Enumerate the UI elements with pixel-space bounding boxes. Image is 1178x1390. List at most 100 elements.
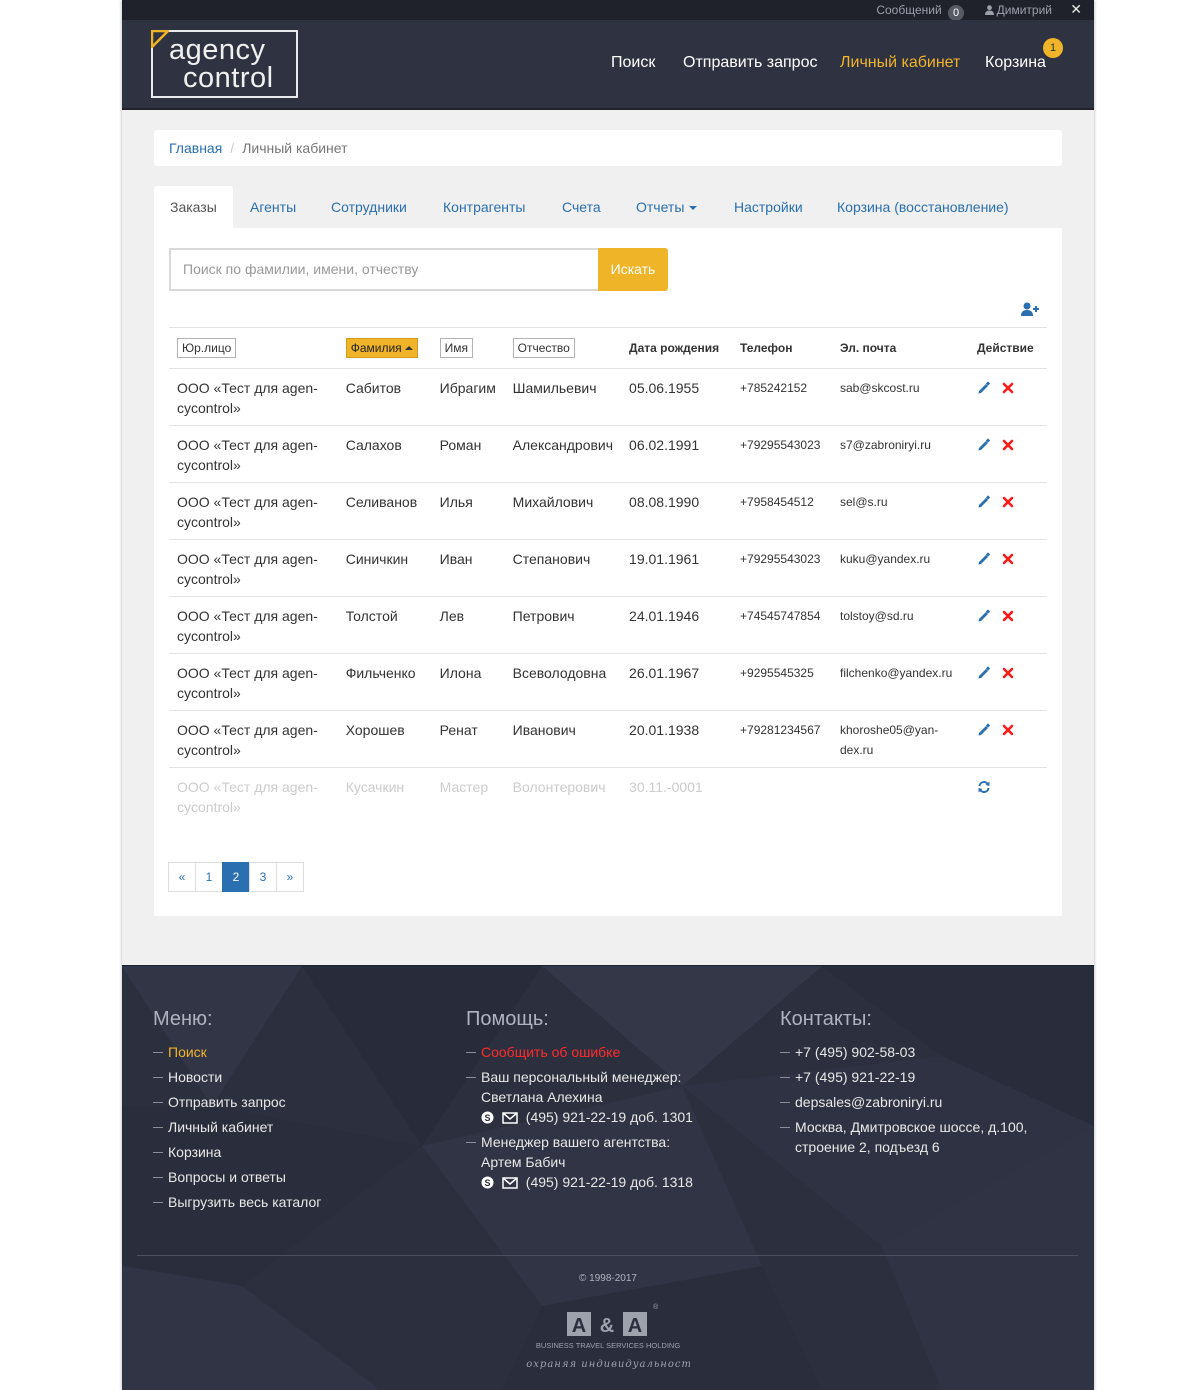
envelope-icon[interactable] <box>502 1177 518 1189</box>
agency-manager-contact: S (495) 921-22-19 доб. 1318 <box>481 1172 756 1192</box>
cell-company: ООО «Тест для agen-cycontrol» <box>169 710 338 768</box>
cell-dob: 05.06.1955 <box>621 368 733 426</box>
header-action: Действие <box>968 327 1047 369</box>
page-frame: Сообщений 0 Димитрий ✕ agency control По… <box>122 0 1094 1390</box>
cell-last-name: Фильченко <box>337 653 432 711</box>
delete-icon[interactable] <box>1001 722 1015 736</box>
agency-control-logo[interactable]: agency control <box>151 30 298 98</box>
cell-first-name: Ренат <box>431 710 505 768</box>
nav-cabinet[interactable]: Личный кабинет <box>840 54 960 72</box>
cell-dob: 06.02.1991 <box>621 425 733 483</box>
tab-orders[interactable]: Заказы <box>154 186 233 228</box>
cell-first-name: Роман <box>431 425 505 483</box>
header-company: Юр.лицо <box>169 327 338 369</box>
footer-link-news[interactable]: Новости <box>153 1067 433 1087</box>
cell-phone: +9295545325 <box>732 653 832 711</box>
footer-link-cart[interactable]: Корзина <box>153 1142 433 1162</box>
contact-phone-2[interactable]: +7 (495) 921-22-19 <box>780 1067 1050 1087</box>
pagination-page-2[interactable]: 2 <box>222 862 250 892</box>
cell-last-name: Сабитов <box>337 368 432 426</box>
search-button[interactable]: Искать <box>598 248 668 291</box>
tab-invoices[interactable]: Счета <box>562 186 601 228</box>
tab-cart-restore[interactable]: Корзина (восстановление) <box>837 186 1009 228</box>
envelope-icon[interactable] <box>502 1112 518 1124</box>
cell-first-name: Иван <box>431 539 505 597</box>
svg-text:A: A <box>572 1315 586 1337</box>
edit-pencil-icon[interactable] <box>977 437 991 451</box>
messages-link[interactable]: Сообщений 0 <box>876 3 964 21</box>
close-icon[interactable]: ✕ <box>1070 1 1082 18</box>
footer-divider <box>137 1255 1078 1256</box>
footer-link-export-catalog[interactable]: Выгрузить весь каталог <box>153 1192 433 1212</box>
tab-employees[interactable]: Сотрудники <box>331 186 407 228</box>
delete-icon[interactable] <box>1001 551 1015 565</box>
svg-text:®: ® <box>653 1303 659 1311</box>
pagination-page-1[interactable]: 1 <box>195 862 223 892</box>
delete-icon[interactable] <box>1001 608 1015 622</box>
user-menu[interactable]: Димитрий <box>984 3 1052 17</box>
cell-actions <box>968 596 1047 654</box>
tab-reports-label: Отчеты <box>636 199 685 215</box>
tab-counterparties[interactable]: Контрагенты <box>443 186 525 228</box>
footer-link-send-request[interactable]: Отправить запрос <box>153 1092 433 1112</box>
tab-settings[interactable]: Настройки <box>734 186 803 228</box>
tab-agents[interactable]: Агенты <box>250 186 296 228</box>
cell-last-name: Толстой <box>337 596 432 654</box>
cell-actions <box>968 653 1047 711</box>
cell-middle-name: Александрович <box>504 425 622 483</box>
cell-email: filchenko@yandex.ru <box>832 653 969 711</box>
restore-icon[interactable] <box>977 779 991 793</box>
nav-search[interactable]: Поиск <box>611 54 655 72</box>
edit-pencil-icon[interactable] <box>977 665 991 679</box>
nav-send-request[interactable]: Отправить запрос <box>683 54 817 72</box>
skype-icon[interactable]: S <box>481 1176 494 1189</box>
svg-text:BUSINESS TRAVEL SERVICES HOLDI: BUSINESS TRAVEL SERVICES HOLDING <box>536 1341 681 1350</box>
footer-link-faq[interactable]: Вопросы и ответы <box>153 1167 433 1187</box>
cell-dob: 24.01.1946 <box>621 596 733 654</box>
search-input[interactable]: Поиск по фамилии, имени, отчеству <box>169 248 598 291</box>
breadcrumb: Главная / Личный кабинет <box>154 130 1062 166</box>
pagination-next[interactable]: » <box>276 862 304 892</box>
sort-first-name-button[interactable]: Имя <box>439 338 474 358</box>
sort-company-button[interactable]: Юр.лицо <box>177 338 237 358</box>
cell-middle-name: Шамильевич <box>504 368 622 426</box>
sort-last-name-label: Фамилия <box>350 341 402 355</box>
cell-actions <box>969 768 1047 825</box>
add-user-icon[interactable] <box>1021 302 1039 316</box>
skype-icon[interactable]: S <box>481 1111 494 1124</box>
delete-icon[interactable] <box>1001 437 1015 451</box>
contact-phone-1[interactable]: +7 (495) 902-58-03 <box>780 1042 1050 1062</box>
footer-link-search[interactable]: Поиск <box>153 1042 433 1062</box>
table-row: ООО «Тест для agen-cycontrol» Толстой Лев П… <box>169 596 1047 654</box>
pagination-page-3[interactable]: 3 <box>249 862 277 892</box>
cell-last-name: Кусачкин <box>345 779 405 795</box>
delete-icon[interactable] <box>1001 380 1015 394</box>
edit-pencil-icon[interactable] <box>977 551 991 565</box>
footer-link-cabinet[interactable]: Личный кабинет <box>153 1117 433 1137</box>
table-row: ООО «Тест для agen-cycontrol» Салахов Рома… <box>169 425 1047 483</box>
site-header: agency control Поиск Отправить запрос Ли… <box>122 20 1094 110</box>
delete-icon[interactable] <box>1001 665 1015 679</box>
edit-pencil-icon[interactable] <box>977 494 991 508</box>
sort-middle-name-button[interactable]: Отчество <box>512 338 575 358</box>
tab-reports[interactable]: Отчеты <box>636 186 698 228</box>
svg-text:A: A <box>628 1315 642 1337</box>
table-row: ООО «Тест для agen-cycontrol» Хорошев Рена… <box>169 710 1047 768</box>
nav-cart[interactable]: Корзина <box>985 54 1046 72</box>
edit-pencil-icon[interactable] <box>977 722 991 736</box>
cell-first-name: Ибрагим <box>431 368 505 426</box>
footer-contacts: Контакты: +7 (495) 902-58-03 +7 (495) 92… <box>780 1008 1050 1162</box>
personal-manager-phone: (495) 921-22-19 доб. 1301 <box>525 1109 693 1125</box>
report-error-link[interactable]: Сообщить об ошибке <box>466 1042 756 1062</box>
pagination-prev[interactable]: « <box>168 862 196 892</box>
breadcrumb-home-link[interactable]: Главная <box>169 140 222 156</box>
contact-email[interactable]: depsales@zabroniryi.ru <box>780 1092 1050 1112</box>
delete-icon[interactable] <box>1001 494 1015 508</box>
table-row: ООО «Тест для agen-cycontrol» Синичкин Ива… <box>169 539 1047 597</box>
edit-pencil-icon[interactable] <box>977 608 991 622</box>
edit-pencil-icon[interactable] <box>977 380 991 394</box>
copyright: © 1998-2017 <box>579 1273 637 1284</box>
cell-phone: +79295543023 <box>732 539 832 597</box>
cell-middle-name: Иванович <box>504 710 622 768</box>
sort-last-name-button[interactable]: Фамилия <box>345 338 418 358</box>
